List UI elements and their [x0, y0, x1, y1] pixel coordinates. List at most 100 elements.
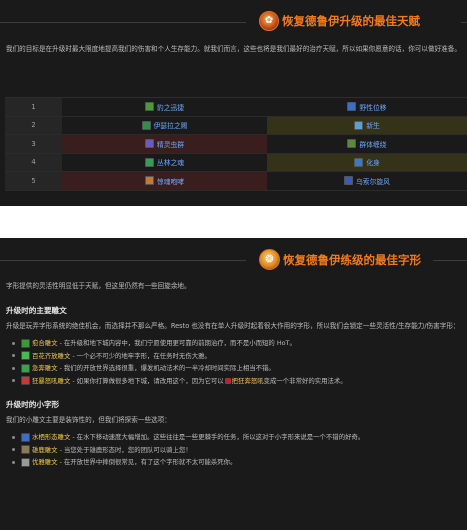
talent-cell-left[interactable]: 精灵虫群 [62, 135, 267, 153]
glyph-description: - 在水下移动速度大幅增加。这些往往是一些更棘手的任务，所以这对于小字形来说是一… [72, 433, 365, 441]
talent-name[interactable]: 丛林之魂 [157, 157, 184, 167]
header-divider-left [0, 260, 246, 261]
glyph-item: 愈合雕文 - 在升级和地下城内容中，我们宁愿使用更可靠的前期治疗，而不是小而短的… [12, 337, 467, 350]
soul-icon [144, 157, 154, 167]
talent-name[interactable]: 野性位移 [359, 102, 386, 112]
glyph-item: 水栖形态雕文 - 在水下移动速度大幅增加。这些往往是一些更棘手的任务，所以这对于… [12, 431, 467, 444]
header-divider-right [461, 22, 467, 23]
talent-name[interactable]: 精灵虫群 [157, 139, 184, 149]
fairy-icon [144, 139, 154, 149]
stampeding-roar-icon [224, 377, 231, 384]
talents-title-wrap: ✿ 恢复德鲁伊升级的最佳天赋 [259, 11, 420, 31]
glyph-item: 狂暴怒吼雕文 - 如果你打算做很多地下城，请改用这个，因为它可以 把狂奔怒吼 变成一… [12, 375, 467, 388]
talent-name[interactable]: 伊瑟拉之赐 [154, 120, 188, 130]
talent-cell-right[interactable]: 群体缠绕 [267, 135, 467, 153]
bullet-icon [12, 379, 15, 383]
glyph-item: 雄鹿雕文 - 当您处于雄鹿形态时，您的团队可以骑上您！ [12, 444, 467, 457]
talent-cell-left[interactable]: 伊瑟拉之赐 [62, 117, 267, 135]
talent-cell-left[interactable]: 丛林之魂 [62, 154, 267, 172]
stag-icon [21, 445, 30, 455]
glyph-name-link[interactable]: 狂暴怒吼雕文 [32, 375, 70, 388]
talent-level: 2 [5, 116, 62, 134]
leaf-icon [21, 338, 30, 348]
paw-icon [144, 102, 154, 112]
glyph-name-link[interactable]: 水栖形态雕文 [32, 431, 70, 444]
talent-name[interactable]: 乌索尔旋风 [356, 176, 390, 186]
minor-glyphs-list: 水栖形态雕文 - 在水下移动速度大幅增加。这些往往是一些更棘手的任务，所以这对于… [0, 431, 467, 469]
talent-row: 5 惊魂咆哮 乌索尔旋风 [5, 172, 467, 191]
bullet-icon [12, 448, 15, 452]
glyph-item: 急奔雕文 - 我们的开放世界选择很重，爆发机动法术的一半冷却时间实际上相当不错。 [12, 362, 467, 375]
bullet-icon [12, 341, 15, 345]
glyph-emblem-icon: ❂ [259, 249, 280, 270]
roots-icon [347, 139, 357, 149]
talents-table: 1 豹之迅捷 野性位移 2 伊瑟拉之赐 新生 3 精灵虫群 群体缠绕 4 丛林之魂 化身 5 惊魂咆哮 乌索… [5, 97, 467, 191]
bullet-icon [12, 354, 15, 358]
talent-cell-right[interactable]: 新生 [267, 116, 467, 134]
glyphs-section-header: ❂ 恢复德鲁伊练级的最佳字形 [0, 238, 467, 282]
major-glyphs-text: 升级是玩弄字形系统的绝佳机会，而选择并不那么严格。Resto 也没有在单人升级时… [6, 322, 460, 330]
minor-glyphs-heading: 升级时的小字形 [6, 400, 60, 409]
header-divider-left [0, 22, 246, 23]
talent-cell-left[interactable]: 豹之迅捷 [62, 98, 267, 116]
talent-row: 2 伊瑟拉之赐 新生 [5, 116, 467, 135]
glyph-description: - 在开放世界中摔倒很常见，有了这个字形就不太可能杀死你。 [59, 458, 237, 466]
glyphs-title-wrap: ❂ 恢复德鲁伊练级的最佳字形 [259, 249, 421, 270]
tree-icon [141, 120, 151, 130]
sprout-icon [354, 120, 364, 130]
talent-level: 1 [5, 98, 62, 116]
glyph-description: - 如果你打算做很多地下城，请改用这个，因为它可以 [72, 376, 224, 385]
claw-icon [21, 376, 30, 386]
glyph-description: - 一个必不可少的地牢字形，在任务时无伤大雅。 [72, 351, 211, 360]
spell-link[interactable]: 把狂奔怒吼 [232, 375, 264, 388]
grace-icon [21, 457, 30, 467]
bullet-icon [12, 366, 15, 370]
vortex-icon [344, 176, 353, 186]
talent-cell-left[interactable]: 惊魂咆哮 [62, 172, 267, 190]
talent-cell-right[interactable]: 乌索尔旋风 [267, 172, 467, 190]
glyph-name-link[interactable]: 愈合雕文 [32, 337, 58, 350]
major-glyphs-list: 愈合雕文 - 在升级和地下城内容中，我们宁愿使用更可靠的前期治疗，而不是小而短的… [0, 337, 467, 387]
talent-cell-right[interactable]: 野性位移 [267, 98, 467, 116]
glyph-name-link[interactable]: 百花齐放雕文 [32, 350, 70, 363]
talent-level: 4 [5, 153, 62, 171]
talent-row: 4 丛林之魂 化身 [5, 153, 467, 172]
flame-icon [354, 157, 364, 167]
talents-panel: ✿ 恢复德鲁伊升级的最佳天赋 我们的目标是在升级时最大限度地提高我们的伤害和个人… [0, 0, 467, 206]
glyph-description: - 我们的开放世界选择很重，爆发机动法术的一半冷却时间实际上相当不错。 [59, 364, 275, 372]
talent-level: 3 [5, 135, 62, 153]
glyph-description-tail: 变成一个非常好的实用法术。 [263, 376, 347, 385]
talent-cell-right[interactable]: 化身 [267, 153, 467, 171]
talent-row: 1 豹之迅捷 野性位移 [5, 98, 467, 117]
minor-glyphs-text: 我们的小雕文主要是装饰性的，但我们将探索一些选项： [6, 416, 171, 424]
talents-intro-text: 我们的目标是在升级时最大限度地提高我们的伤害和个人生存能力。就我们而言，这些也将… [6, 45, 461, 53]
dash-icon [347, 102, 357, 112]
glyph-name-link[interactable]: 优雅雕文 [32, 456, 58, 469]
roar-icon [144, 176, 154, 186]
glyph-item: 优雅雕文 - 在开放世界中摔倒很常见，有了这个字形就不太可能杀死你。 [12, 456, 467, 469]
talents-title: 恢复德鲁伊升级的最佳天赋 [282, 14, 420, 28]
glyph-item: 百花齐放雕文 - 一个必不可少的地牢字形，在任务时无伤大雅。 [12, 350, 467, 363]
swift-icon [21, 363, 30, 373]
talent-name[interactable]: 新生 [366, 120, 380, 130]
glyph-name-link[interactable]: 雄鹿雕文 [32, 444, 58, 457]
glyphs-panel: ❂ 恢复德鲁伊练级的最佳字形 字形提供的灵活性明显低于天赋，但这里仍然有一些回旋… [0, 238, 467, 530]
water-icon [21, 432, 30, 442]
talent-name[interactable]: 群体缠绕 [359, 139, 386, 149]
talents-section-header: ✿ 恢复德鲁伊升级的最佳天赋 [0, 0, 467, 44]
talent-name[interactable]: 惊魂咆哮 [157, 176, 184, 186]
major-glyphs-heading: 升级时的主要雕文 [6, 306, 67, 315]
bullet-icon [12, 460, 15, 464]
talent-row: 3 精灵虫群 群体缠绕 [5, 135, 467, 154]
talent-name[interactable]: 化身 [366, 157, 380, 167]
druid-emblem-icon: ✿ [259, 11, 279, 31]
header-divider-right [433, 260, 467, 261]
glyph-description: - 在升级和地下城内容中，我们宁愿使用更可靠的前期治疗，而不是小而短的 HoT。 [59, 339, 296, 347]
flower-icon [21, 351, 30, 361]
glyphs-title: 恢复德鲁伊练级的最佳字形 [283, 252, 421, 267]
glyph-name-link[interactable]: 急奔雕文 [32, 362, 58, 375]
talent-level: 5 [5, 172, 62, 190]
bullet-icon [12, 435, 15, 439]
talent-name[interactable]: 豹之迅捷 [157, 102, 184, 112]
glyph-description: - 当您处于雄鹿形态时，您的团队可以骑上您！ [59, 445, 192, 454]
